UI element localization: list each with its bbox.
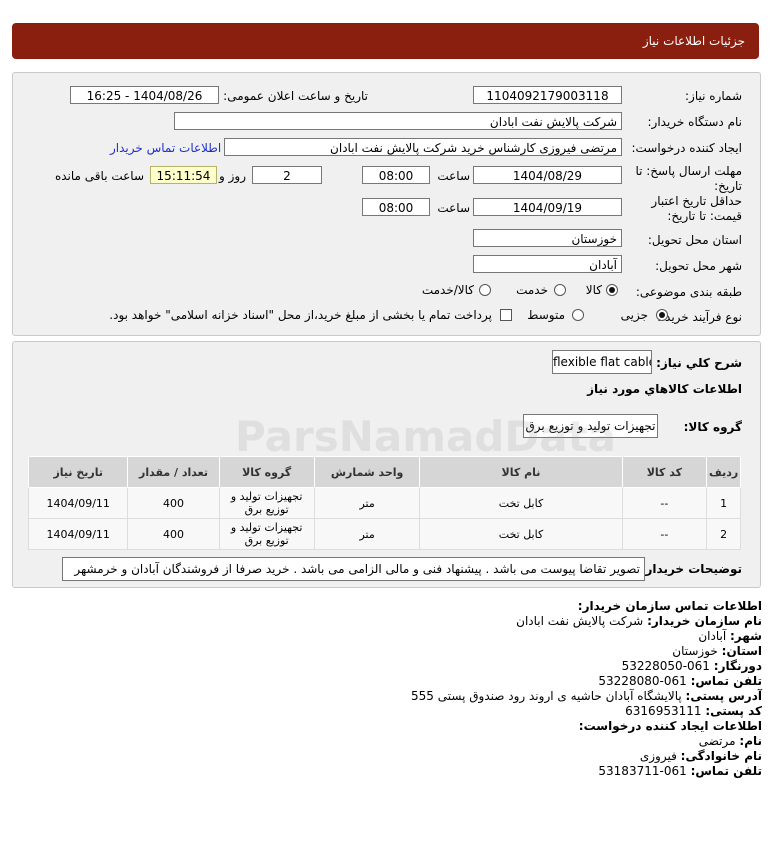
days-label: روز و <box>219 169 246 183</box>
treasury-payment-checkbox[interactable] <box>500 309 512 321</box>
announce-field: 1404/08/26 - 16:25 <box>70 86 219 104</box>
deadline-date-field: 1404/08/29 <box>473 166 622 184</box>
process-medium-radio[interactable] <box>572 309 584 321</box>
city-field: آبادان <box>473 255 622 273</box>
process-small-radio[interactable] <box>656 309 668 321</box>
creator-family: نام خانوادگی: فیروزی <box>639 749 762 763</box>
announce-label: تاریخ و ساعت اعلان عمومی: <box>223 89 368 103</box>
row-group: تجهیزات تولید و توزیع برق <box>218 518 315 550</box>
col-date: تاریخ نیاز <box>27 456 129 488</box>
contact-city: شهر: آبادان <box>698 629 762 643</box>
validity-label-2: قیمت: تا تاریخ: <box>667 209 742 223</box>
table-row: 1 -- کابل تخت متر تجهیزات تولید و توزیع … <box>27 487 741 519</box>
contact-phone: تلفن تماس: 061-53228080 <box>598 674 762 688</box>
contact-postal: کد پستی: 6316953111 <box>625 704 762 718</box>
deadline-time-field: 08:00 <box>362 166 430 184</box>
category-service-label: خدمت <box>516 283 548 297</box>
col-code: کد کالا <box>621 456 708 488</box>
process-small-label: جزیی <box>620 308 648 322</box>
table-header-row: ردیف کد کالا نام کالا واحد شمارش گروه کا… <box>27 456 741 488</box>
buyer-label: نام دستگاه خریدار: <box>647 115 743 129</box>
category-label: طبقه بندی موضوعی: <box>635 285 742 299</box>
validity-label: حداقل تاریخ اعتبار <box>651 194 742 208</box>
page-title: جزئیات اطلاعات نیاز <box>642 34 745 48</box>
row-unit: متر <box>313 518 421 550</box>
process-label: نوع فرآیند خرید : <box>657 310 742 324</box>
row-group: تجهیزات تولید و توزیع برق <box>218 487 315 519</box>
deadline-label: مهلت ارسال پاسخ: تا <box>635 164 742 178</box>
validity-date-field: 1404/09/19 <box>473 198 622 216</box>
page-header: جزئیات اطلاعات نیاز <box>12 23 759 59</box>
col-index: ردیف <box>706 456 741 488</box>
col-qty: تعداد / مقدار <box>127 456 220 488</box>
treasury-payment-note: پرداخت تمام یا بخشی از مبلغ خرید،از محل … <box>109 308 492 322</box>
row-code: -- <box>621 487 708 519</box>
validity-time-field: 08:00 <box>362 198 430 216</box>
row-index: 1 <box>706 487 741 519</box>
goods-group-label: گروه کالا: <box>683 420 742 434</box>
contact-title: اطلاعات تماس سازمان خریدار: <box>577 599 762 613</box>
row-qty: 400 <box>127 518 220 550</box>
col-unit: واحد شمارش <box>313 456 421 488</box>
contact-org: نام سازمان خریدار: شرکت پالایش نفت ابادا… <box>516 614 762 628</box>
creator-field: مرتضی فیروزی کارشناس خرید شرکت پالایش نف… <box>224 138 622 156</box>
process-medium-label: متوسط <box>527 308 565 322</box>
deadline-time-label: ساعت <box>437 169 470 183</box>
row-code: -- <box>621 518 708 550</box>
buyer-contact-link[interactable]: اطلاعات تماس خریدار <box>110 141 221 155</box>
remaining-label: ساعت باقی مانده <box>54 169 144 183</box>
col-group: گروه کالا <box>218 456 315 488</box>
category-service-radio[interactable] <box>554 284 566 296</box>
buyer-field: شرکت پالایش نفت ابادان <box>174 112 622 130</box>
province-label: استان محل تحویل: <box>647 233 742 247</box>
category-both-radio[interactable] <box>479 284 491 296</box>
row-name: کابل تخت <box>419 518 623 550</box>
row-name: کابل تخت <box>419 487 623 519</box>
need-no-field: 1104092179003118 <box>473 86 622 104</box>
buyer-notes-label: توضیحات خریدار: <box>640 562 742 576</box>
need-no-label: شماره نیاز: <box>685 89 742 103</box>
table-row: 2 -- کابل تخت متر تجهیزات تولید و توزیع … <box>27 518 741 550</box>
col-name: نام کالا <box>419 456 623 488</box>
category-goods-label: کالا <box>585 283 602 297</box>
contact-address: آدرس پستی: پالایشگاه آبادان حاشیه ی ارون… <box>411 689 762 703</box>
row-index: 2 <box>706 518 741 550</box>
creator-label: ایجاد کننده درخواست: <box>631 141 742 155</box>
description-field: flexible flat cable <box>552 350 652 374</box>
validity-time-label: ساعت <box>437 201 470 215</box>
days-field: 2 <box>252 166 322 184</box>
contact-province: استان: خوزستان <box>672 644 762 658</box>
province-field: خوزستان <box>473 229 622 247</box>
row-date: 1404/09/11 <box>27 518 129 550</box>
row-date: 1404/09/11 <box>27 487 129 519</box>
contact-fax: دورنگار: 061-53228050 <box>621 659 762 673</box>
category-both-label: کالا/خدمت <box>421 283 474 297</box>
remaining-time-field: 15:11:54 <box>150 166 217 184</box>
city-label: شهر محل تحویل: <box>655 259 742 273</box>
creator-name: نام: مرتضی <box>698 734 762 748</box>
creator-phone: تلفن تماس: 061-53183711 <box>598 764 762 778</box>
row-qty: 400 <box>127 487 220 519</box>
buyer-notes-field: تصویر تقاضا پیوست می باشد . پیشنهاد فنی … <box>62 557 645 581</box>
deadline-label-2: تاریخ: <box>714 179 742 193</box>
goods-table: ردیف کد کالا نام کالا واحد شمارش گروه کا… <box>27 456 741 550</box>
goods-info-title: اطلاعات کالاهاي مورد نياز <box>587 382 742 396</box>
creator-info-title: اطلاعات ایجاد کننده درخواست: <box>578 719 762 733</box>
row-unit: متر <box>313 487 421 519</box>
description-label: شرح کلي نياز: <box>656 356 742 370</box>
goods-group-field: تجهیزات تولید و توزیع برق <box>523 414 658 438</box>
category-goods-radio[interactable] <box>606 284 618 296</box>
